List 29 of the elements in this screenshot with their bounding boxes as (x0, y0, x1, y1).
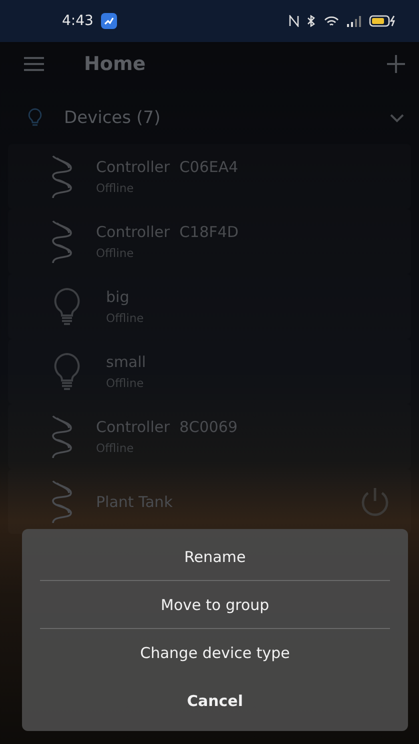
led-strip-icon (52, 414, 72, 458)
chevron-icon[interactable] (389, 113, 405, 123)
nfc-icon (289, 15, 299, 27)
device-name: Controller C06EA4 (96, 158, 240, 176)
light-bulb-icon (28, 108, 42, 128)
device-name: Controller C18F4D (96, 223, 240, 241)
section-title: Devices (7) (64, 108, 162, 128)
device-name: Plant Tank (96, 492, 174, 510)
device-name: big (106, 288, 130, 306)
add-button[interactable] (387, 55, 405, 73)
menu-item[interactable]: Rename (40, 533, 390, 581)
led-strip-icon (52, 154, 72, 198)
status-time: 4:43 (62, 13, 94, 29)
signal-icon (347, 16, 361, 26)
bluetooth-icon (307, 15, 316, 27)
device-name: small (106, 353, 147, 371)
light-bulb-icon (52, 286, 82, 326)
light-bulb-icon (52, 352, 82, 392)
menu-button[interactable] (24, 57, 44, 71)
menu-item[interactable]: Move to group (40, 581, 390, 629)
menu-item[interactable]: Change device type (40, 629, 390, 677)
wifi-icon (324, 16, 339, 26)
app-notification-icon (101, 13, 118, 29)
device-name: Controller 8C0069 (96, 418, 239, 436)
cancel-button[interactable]: Cancel (40, 677, 390, 725)
page-title: Home (84, 53, 147, 75)
led-strip-icon (52, 220, 72, 264)
led-strip-icon (52, 480, 72, 524)
battery-charging-icon (369, 15, 397, 27)
